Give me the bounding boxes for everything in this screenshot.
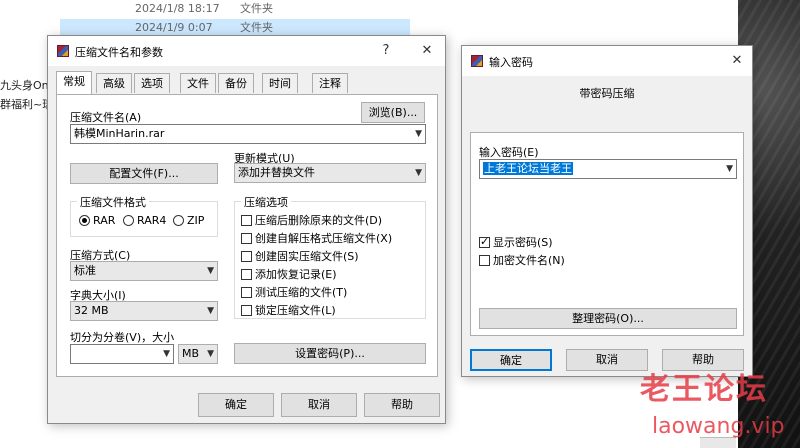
- browse-button[interactable]: 浏览(B)...: [361, 102, 425, 123]
- titlebar: 输入密码 ✕: [462, 46, 752, 76]
- checkbox-lock[interactable]: 锁定压缩文件(L): [241, 302, 336, 318]
- method-value: 标准: [74, 264, 96, 277]
- organize-passwords-button[interactable]: 整理密码(O)...: [479, 308, 737, 329]
- checkbox-box: [241, 269, 252, 280]
- close-icon[interactable]: ✕: [724, 50, 750, 72]
- set-password-button[interactable]: 设置密码(P)...: [234, 343, 426, 364]
- ok-button[interactable]: 确定: [198, 393, 274, 417]
- format-group: 压缩文件格式 RAR RAR4 ZIP: [70, 194, 218, 237]
- checkbox-label: 加密文件名(N): [493, 254, 565, 267]
- titlebar: 压缩文件名和参数 ? ✕: [48, 36, 445, 66]
- checkbox-box: [241, 251, 252, 262]
- chevron-down-icon[interactable]: ▼: [415, 164, 422, 182]
- archive-params-dialog: 压缩文件名和参数 ? ✕ 常规 高级 选项 文件 备份 时间 注释 压缩文件名(…: [47, 35, 446, 424]
- password-panel: 输入密码(E) 上老王论坛当老王 ▼ 显示密码(S) 加密文件名(N) 整理密码…: [470, 132, 744, 336]
- chevron-down-icon[interactable]: ▼: [207, 345, 214, 363]
- close-icon[interactable]: ✕: [414, 40, 440, 62]
- checkbox-box: [241, 215, 252, 226]
- options-group-title: 压缩选项: [241, 194, 291, 210]
- chevron-down-icon[interactable]: ▼: [163, 345, 170, 363]
- explorer-row-date: 2024/1/8 18:17: [135, 2, 220, 15]
- options-group: 压缩选项 压缩后删除原来的文件(D) 创建自解压格式压缩文件(X) 创建固实压缩…: [234, 194, 426, 319]
- tab-strip: 常规 高级 选项 文件 备份 时间 注释: [56, 71, 440, 95]
- dialog-title: 压缩文件名和参数: [75, 46, 163, 59]
- split-unit-select[interactable]: MB ▼: [178, 344, 218, 364]
- checkbox-show-password[interactable]: 显示密码(S): [479, 234, 553, 250]
- checkbox-box: [241, 305, 252, 316]
- password-value: 上老王论坛当老王: [483, 162, 573, 175]
- format-group-title: 压缩文件格式: [77, 194, 149, 210]
- dialog-heading: 带密码压缩: [579, 87, 635, 100]
- split-unit-value: MB: [182, 347, 200, 360]
- profiles-button[interactable]: 配置文件(F)...: [70, 163, 218, 184]
- checkbox-delete-after[interactable]: 压缩后删除原来的文件(D): [241, 212, 382, 228]
- dialog-title: 输入密码: [489, 56, 533, 69]
- radio-indicator: [173, 215, 184, 226]
- watermark-text: 老王论坛: [640, 372, 768, 407]
- checkbox-box: [241, 233, 252, 244]
- password-input[interactable]: 上老王论坛当老王 ▼: [479, 159, 737, 179]
- tab-options[interactable]: 选项: [134, 73, 170, 93]
- radio-rar4[interactable]: RAR4: [123, 214, 166, 227]
- dict-value: 32 MB: [74, 304, 109, 317]
- radio-zip[interactable]: ZIP: [173, 214, 204, 227]
- radio-label: RAR: [93, 214, 116, 227]
- cancel-button[interactable]: 取消: [281, 393, 357, 417]
- radio-indicator: [123, 215, 134, 226]
- checkbox-encrypt-names[interactable]: 加密文件名(N): [479, 252, 565, 268]
- ok-button[interactable]: 确定: [470, 349, 552, 371]
- checkbox-test[interactable]: 测试压缩的文件(T): [241, 284, 347, 300]
- dict-select[interactable]: 32 MB ▼: [70, 301, 218, 321]
- tab-time[interactable]: 时间: [262, 73, 298, 93]
- checkbox-recovery[interactable]: 添加恢复记录(E): [241, 266, 337, 282]
- explorer-left-item[interactable]: 群福利~瑞: [0, 96, 53, 112]
- checkbox-label: 压缩后删除原来的文件(D): [255, 214, 383, 227]
- winrar-icon: [471, 55, 483, 67]
- watermark-url: laowang.vip: [652, 414, 785, 439]
- checkbox-label: 显示密码(S): [493, 236, 553, 249]
- tab-advanced[interactable]: 高级: [96, 73, 132, 93]
- checkbox-box: [479, 235, 490, 248]
- split-label: 切分为分卷(V)，大小: [70, 331, 175, 344]
- checkbox-label: 测试压缩的文件(T): [255, 286, 348, 299]
- checkbox-label: 添加恢复记录(E): [255, 268, 337, 281]
- tab-files[interactable]: 文件: [180, 73, 216, 93]
- update-mode-select[interactable]: 添加并替换文件 ▼: [234, 163, 426, 183]
- checkbox-label: 锁定压缩文件(L): [255, 304, 336, 317]
- chevron-down-icon[interactable]: ▼: [207, 302, 214, 320]
- archive-name-value: 韩模MinHarin.rar: [74, 127, 165, 140]
- password-label: 输入密码(E): [479, 146, 539, 159]
- tab-comment[interactable]: 注释: [312, 73, 348, 93]
- password-dialog: 输入密码 ✕ 带密码压缩 输入密码(E) 上老王论坛当老王 ▼ 显示密码(S) …: [461, 45, 753, 377]
- cancel-button[interactable]: 取消: [566, 349, 648, 371]
- checkbox-box: [479, 255, 490, 266]
- explorer-left-item[interactable]: 九头身Onl: [0, 77, 52, 93]
- chevron-down-icon[interactable]: ▼: [207, 262, 214, 280]
- explorer-row[interactable]: 2024/1/8 18:17 文件夹: [60, 0, 410, 18]
- winrar-icon: [57, 45, 69, 57]
- radio-indicator: [79, 215, 90, 226]
- help-button[interactable]: 帮助: [364, 393, 440, 417]
- tab-backup[interactable]: 备份: [218, 73, 254, 93]
- archive-name-combo[interactable]: 韩模MinHarin.rar ▼: [70, 124, 426, 144]
- explorer-row-type: 文件夹: [240, 2, 273, 15]
- archive-name-label: 压缩文件名(A): [70, 111, 142, 124]
- radio-rar[interactable]: RAR: [79, 214, 115, 227]
- chevron-down-icon[interactable]: ▼: [415, 125, 422, 143]
- checkbox-sfx[interactable]: 创建自解压格式压缩文件(X): [241, 230, 392, 246]
- checkbox-solid[interactable]: 创建固实压缩文件(S): [241, 248, 359, 264]
- radio-label: ZIP: [187, 214, 205, 227]
- method-select[interactable]: 标准 ▼: [70, 261, 218, 281]
- tab-panel-general: 压缩文件名(A) 浏览(B)... 韩模MinHarin.rar ▼ 配置文件(…: [56, 94, 438, 377]
- update-mode-value: 添加并替换文件: [238, 166, 315, 179]
- radio-label: RAR4: [137, 214, 167, 227]
- checkbox-label: 创建固实压缩文件(S): [255, 250, 359, 263]
- tab-general[interactable]: 常规: [56, 71, 92, 94]
- checkbox-label: 创建自解压格式压缩文件(X): [255, 232, 393, 245]
- help-icon[interactable]: ?: [373, 40, 399, 62]
- checkbox-box: [241, 287, 252, 298]
- chevron-down-icon[interactable]: ▼: [726, 160, 733, 178]
- split-size-combo[interactable]: ▼: [70, 344, 174, 364]
